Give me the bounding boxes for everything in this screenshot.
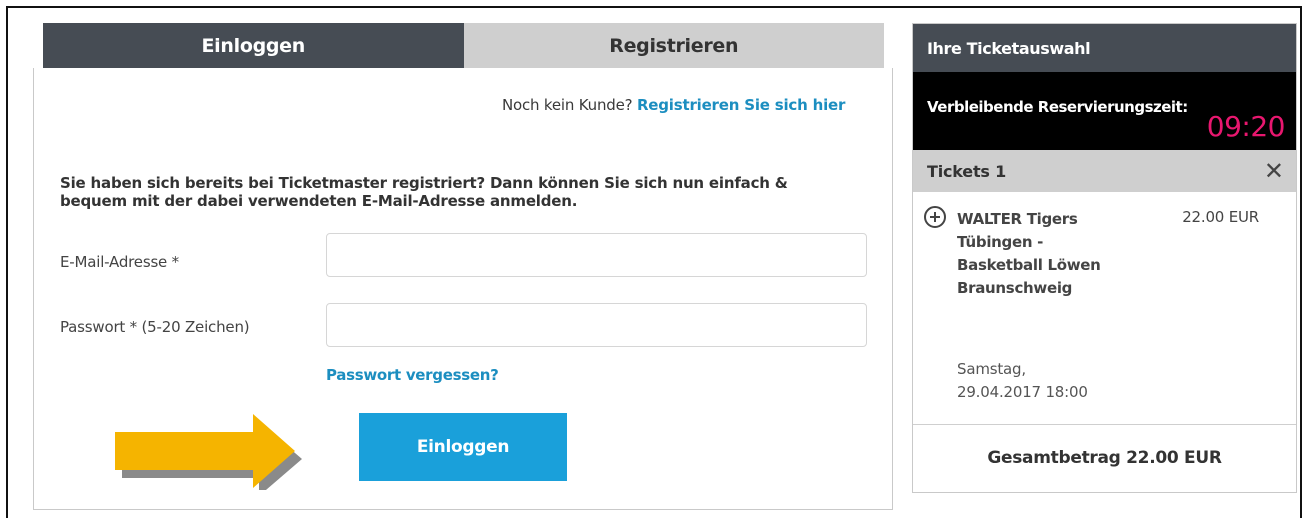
event-date: Samstag, 29.04.2017 18:00 (957, 358, 1137, 404)
register-prompt: Noch kein Kunde? Registrieren Sie sich h… (502, 96, 845, 114)
close-icon[interactable]: ✕ (1264, 159, 1284, 183)
tab-register[interactable]: Registrieren (463, 23, 884, 68)
cart-total: Gesamtbetrag 22.00 EUR (987, 448, 1222, 468)
event-date-time: 29.04.2017 18:00 (957, 383, 1088, 401)
ticket-item: WALTER Tigers Tübingen - Basketball Löwe… (913, 192, 1296, 425)
tab-login[interactable]: Einloggen (43, 23, 464, 68)
ticket-cart: Ihre Ticketauswahl Verbleibende Reservie… (912, 23, 1297, 493)
event-name: WALTER Tigers Tübingen - Basketball Löwe… (957, 210, 1101, 297)
password-label: Passwort * (5-20 Zeichen) (60, 318, 250, 336)
password-field[interactable] (326, 303, 867, 347)
timer-label: Verbleibende Reservierungszeit: (927, 98, 1188, 116)
forgot-password-link[interactable]: Passwort vergessen? (326, 366, 499, 384)
register-link[interactable]: Registrieren Sie sich hier (637, 96, 845, 114)
tickets-count: Tickets 1 (927, 161, 1007, 181)
arrow-right-icon (115, 414, 302, 490)
email-label: E-Mail-Adresse * (60, 253, 179, 271)
timer-value: 09:20 (1206, 110, 1286, 143)
event-date-day: Samstag, (957, 360, 1026, 378)
reservation-timer: Verbleibende Reservierungszeit: 09:20 (913, 72, 1296, 150)
plus-circle-icon[interactable] (924, 206, 946, 228)
login-tabs: Einloggen Registrieren (43, 23, 884, 68)
tickets-bar: Tickets 1 ✕ (913, 150, 1296, 192)
event-price: 22.00 EUR (1182, 208, 1259, 226)
login-intro-text: Sie haben sich bereits bei Ticketmaster … (60, 174, 788, 210)
register-prompt-text: Noch kein Kunde? (502, 96, 633, 114)
cart-title: Ihre Ticketauswahl (913, 24, 1296, 72)
email-field[interactable] (326, 233, 867, 277)
login-button[interactable]: Einloggen (359, 413, 567, 481)
